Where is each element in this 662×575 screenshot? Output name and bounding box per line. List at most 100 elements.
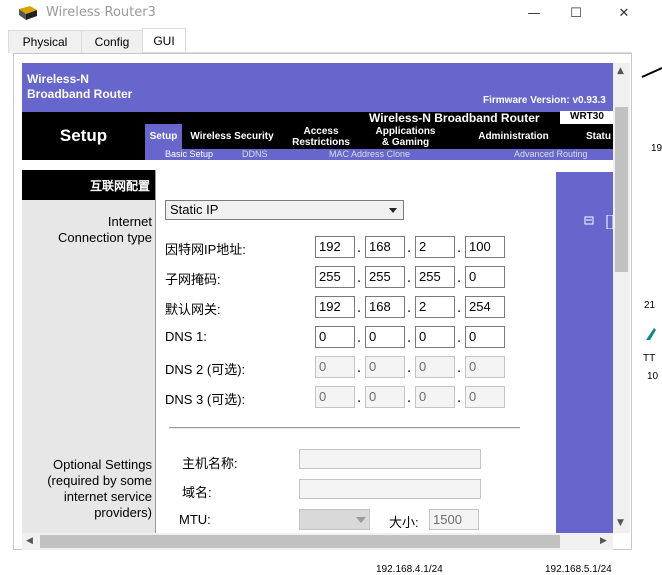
dns1-label: DNS 1: <box>165 329 207 344</box>
section-title: 互联网配置 <box>22 170 155 200</box>
octet-separator: . <box>407 331 412 346</box>
gw-octet-2-input[interactable]: 168 <box>365 296 405 318</box>
nav-status[interactable]: Statu <box>576 124 613 149</box>
dns2-octet-3-input[interactable]: 0 <box>415 356 455 378</box>
tab-physical[interactable]: Physical <box>8 30 82 53</box>
ip-octet-1-input[interactable]: 192 <box>315 236 355 258</box>
nav-label: Restrictions <box>292 136 350 148</box>
bg-link-line <box>641 67 662 78</box>
divider <box>169 427 520 429</box>
ip-octet-4-input[interactable]: 100 <box>465 236 505 258</box>
mask-octet-3-input[interactable]: 255 <box>415 266 455 288</box>
hostname-label: 主机名称: <box>182 456 238 471</box>
mtu-size-input[interactable]: 1500 <box>429 509 479 530</box>
gw-octet-1-input[interactable]: 192 <box>315 296 355 318</box>
default-gateway-label: 默认网关: <box>165 302 221 317</box>
scroll-up-icon[interactable]: ▲ <box>617 66 624 76</box>
mask-octet-4-input[interactable]: 0 <box>465 266 505 288</box>
close-button[interactable]: ✕ <box>604 2 644 24</box>
dns3-label: DNS 3 (可选): <box>165 392 246 407</box>
product-name: Wireless-N Broadband Router <box>369 111 540 125</box>
nav-label: Statu <box>586 131 611 142</box>
title-bar: Wireless Router3 — ☐ ✕ <box>8 0 648 28</box>
octet-separator: . <box>407 241 412 256</box>
subnav-ddns[interactable]: DDNS <box>242 149 268 160</box>
dns2-octet-4-input[interactable]: 0 <box>465 356 505 378</box>
dns3-octet-3-input[interactable]: 0 <box>415 386 455 408</box>
maximize-button[interactable]: ☐ <box>556 2 596 24</box>
dns1-octet-3-input[interactable]: 0 <box>415 326 455 348</box>
tab-config[interactable]: Config <box>81 30 143 53</box>
nav-setup[interactable]: Setup <box>145 124 182 149</box>
domain-input[interactable] <box>299 479 481 499</box>
ip-octet-2-input[interactable]: 168 <box>365 236 405 258</box>
nav-wireless-security[interactable]: Wireless Security <box>182 124 282 149</box>
label-line: (required by some <box>47 473 152 488</box>
label-line: Connection type <box>58 230 152 245</box>
sub-nav: Basic Setup DDNS MAC Address Clone Advan… <box>145 149 613 160</box>
scroll-left-icon[interactable]: ◀ <box>26 536 33 546</box>
product-bar: Wireless-N Broadband Router WRT30 <box>145 111 613 125</box>
connection-type-label: Internet Connection type <box>22 214 152 246</box>
brand-line: Broadband Router <box>27 87 133 101</box>
firmware-version: Firmware Version: v0.93.3 <box>483 95 606 106</box>
hostname-input[interactable] <box>299 449 481 469</box>
octet-separator: . <box>457 271 462 286</box>
nav-applications-gaming[interactable]: Applications & Gaming <box>360 124 451 149</box>
dns2-octet-1-input[interactable]: 0 <box>315 356 355 378</box>
router-app-icon <box>19 6 37 20</box>
scroll-down-icon[interactable]: ▼ <box>617 518 624 528</box>
scroll-right-icon[interactable]: ▶ <box>600 536 607 546</box>
label-line: providers) <box>94 505 152 520</box>
bg-ip-label: 192.168.5.1/24 <box>545 564 612 575</box>
octet-separator: . <box>407 361 412 376</box>
brand-line: Wireless-N <box>27 72 89 86</box>
tab-label: Physical <box>22 35 68 49</box>
horizontal-scroll-thumb[interactable] <box>40 535 560 548</box>
dns1-octet-4-input[interactable]: 0 <box>465 326 505 348</box>
ip-octet-3-input[interactable]: 2 <box>415 236 455 258</box>
nav-label: & Gaming <box>381 136 430 148</box>
gw-octet-4-input[interactable]: 254 <box>465 296 505 318</box>
nav-label: Administration <box>478 131 549 142</box>
mtu-label: MTU: <box>179 512 211 527</box>
dns1-octet-1-input[interactable]: 0 <box>315 326 355 348</box>
vertical-scroll-thumb[interactable] <box>615 107 628 272</box>
dns3-octet-4-input[interactable]: 0 <box>465 386 505 408</box>
octet-separator: . <box>357 361 362 376</box>
nav-label: Applications <box>375 125 436 137</box>
nav-access-restrictions[interactable]: Access Restrictions <box>282 124 360 149</box>
tab-gui[interactable]: GUI <box>142 28 186 52</box>
router-window: 19 21 TT 10 192.168.4.1/24 192.168.5.1/2… <box>0 0 662 575</box>
subnav-basic-setup[interactable]: Basic Setup <box>165 149 213 160</box>
nav-administration[interactable]: Administration <box>451 124 576 149</box>
domain-label: 域名: <box>182 485 212 500</box>
bg-ip-label: 192.168.4.1/24 <box>376 564 443 575</box>
dns3-octet-2-input[interactable]: 0 <box>365 386 405 408</box>
page-section-title: Setup <box>22 112 145 160</box>
minimize-button[interactable]: — <box>514 2 554 24</box>
mask-octet-2-input[interactable]: 255 <box>365 266 405 288</box>
octet-separator: . <box>357 241 362 256</box>
subnav-mac-clone[interactable]: MAC Address Clone <box>329 149 410 160</box>
nav-label: Access <box>303 125 339 137</box>
gw-octet-3-input[interactable]: 2 <box>415 296 455 318</box>
optional-settings-label: Optional Settings (required by some inte… <box>22 457 152 521</box>
mask-octet-1-input[interactable]: 255 <box>315 266 355 288</box>
bg-label: 19 <box>651 143 662 154</box>
dns2-octet-2-input[interactable]: 0 <box>365 356 405 378</box>
dns1-octet-2-input[interactable]: 0 <box>365 326 405 348</box>
maximize-icon: ☐ <box>570 5 582 21</box>
subnav-advanced-routing[interactable]: Advanced Routing <box>514 149 588 160</box>
label-line: Internet <box>107 214 152 229</box>
dns3-octet-1-input[interactable]: 0 <box>315 386 355 408</box>
select-value: Static IP <box>170 202 219 217</box>
connection-type-select[interactable]: Static IP <box>165 200 404 220</box>
bg-label: 21 <box>644 300 656 311</box>
octet-separator: . <box>407 271 412 286</box>
octet-separator: . <box>457 361 462 376</box>
window-title: Wireless Router3 <box>46 5 156 20</box>
bg-label: TT <box>643 353 656 364</box>
mtu-select[interactable] <box>299 509 370 530</box>
nav-label: Wireless Security <box>190 131 274 142</box>
